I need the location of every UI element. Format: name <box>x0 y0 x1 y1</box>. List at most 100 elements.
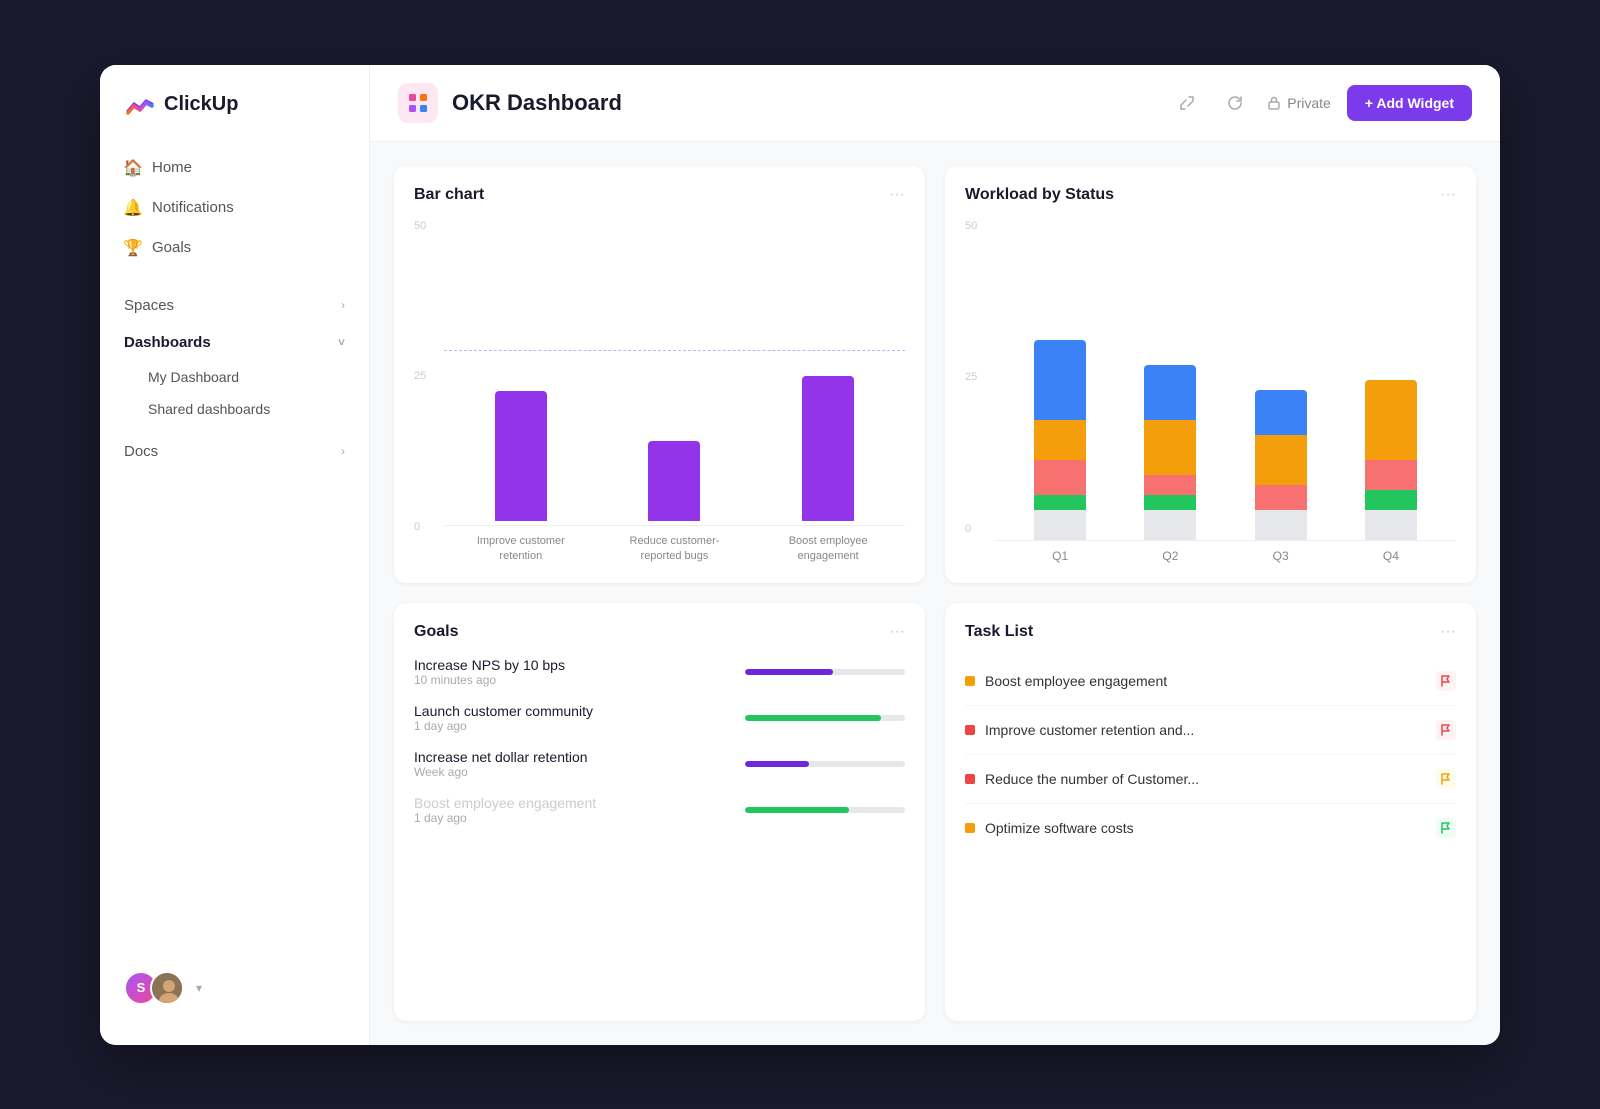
seg-q2-yellow <box>1144 420 1196 475</box>
workload-title: Workload by Status <box>965 186 1114 204</box>
goal-progress-1 <box>575 669 905 675</box>
goal-row-3: Increase net dollar retention Week ago <box>414 749 905 779</box>
sidebar-item-shared-dashboards[interactable]: Shared dashboards <box>112 393 357 425</box>
workload-widget: Workload by Status ··· 50 25 0 <box>945 166 1476 584</box>
task-name-2: Improve customer retention and... <box>985 722 1194 738</box>
task-list-menu-button[interactable]: ··· <box>1440 623 1456 641</box>
task-flag-2 <box>1436 720 1456 740</box>
goal-row-1: Increase NPS by 10 bps 10 minutes ago <box>414 657 905 687</box>
goals-menu-button[interactable]: ··· <box>889 623 905 641</box>
workload-menu-button[interactable]: ··· <box>1440 186 1456 204</box>
seg-q1-pink <box>1034 460 1086 495</box>
goal-name-2: Launch customer community <box>414 703 593 719</box>
workload-bar-q2 <box>1144 365 1196 540</box>
sidebar-item-home-label: Home <box>152 159 192 176</box>
sidebar-docs-label: Docs <box>124 443 158 460</box>
task-name-3: Reduce the number of Customer... <box>985 771 1199 787</box>
stacked-bar-q1 <box>1034 340 1086 540</box>
dashboard-icon-box <box>398 83 438 123</box>
private-badge: Private <box>1267 95 1331 111</box>
shared-dashboards-label: Shared dashboards <box>148 401 270 417</box>
bar-chart-menu-button[interactable]: ··· <box>889 186 905 204</box>
seg-q3-gray <box>1255 510 1307 540</box>
q2-label: Q2 <box>1140 549 1200 563</box>
chart-dashed-line <box>444 350 905 351</box>
progress-bg-3 <box>745 761 905 767</box>
bar-chart-widget: Bar chart ··· 50 25 0 <box>394 166 925 584</box>
task-item-1: Boost employee engagement <box>965 657 1456 706</box>
task-left-3: Reduce the number of Customer... <box>965 771 1199 787</box>
seg-q4-green <box>1365 490 1417 510</box>
seg-q1-yellow <box>1034 420 1086 460</box>
goal-item-4: Boost employee engagement 1 day ago <box>414 795 905 825</box>
sidebar-bottom: S ▾ <box>100 955 369 1021</box>
add-widget-button[interactable]: + Add Widget <box>1347 85 1472 121</box>
bar-chart-title: Bar chart <box>414 186 484 204</box>
goal-progress-4 <box>606 807 905 813</box>
bar-label-1: Improve customer retention <box>471 534 571 563</box>
page-header: OKR Dashboard <box>370 65 1500 142</box>
sidebar-spaces-label: Spaces <box>124 297 174 314</box>
grid-icon <box>407 92 429 114</box>
sidebar-item-home[interactable]: 🏠 Home <box>112 149 357 187</box>
task-dot-1 <box>965 676 975 686</box>
progress-fill-1 <box>745 669 833 675</box>
workload-y-labels: 50 25 0 <box>965 220 989 536</box>
sidebar-item-notifications-label: Notifications <box>152 199 234 216</box>
bar-chart-header: Bar chart ··· <box>414 186 905 204</box>
seg-q4-pink <box>1365 460 1417 490</box>
progress-fill-4 <box>745 807 849 813</box>
goal-progress-2 <box>603 715 905 721</box>
task-flag-1 <box>1436 671 1456 691</box>
sidebar-item-dashboards[interactable]: Dashboards ˅ <box>112 324 357 361</box>
task-list-widget: Task List ··· Boost employee engagement <box>945 603 1476 1021</box>
seg-q2-green <box>1144 495 1196 510</box>
bar-label-2: Reduce customer-reported bugs <box>624 534 724 563</box>
goal-name-1: Increase NPS by 10 bps <box>414 657 565 673</box>
progress-fill-2 <box>745 715 881 721</box>
progress-bg-1 <box>745 669 905 675</box>
bar-chart-area: 50 25 0 <box>414 220 905 564</box>
refresh-button[interactable] <box>1219 87 1251 119</box>
sidebar-item-my-dashboard[interactable]: My Dashboard <box>112 361 357 393</box>
stacked-bar-q4 <box>1365 380 1417 540</box>
goal-item-1: Increase NPS by 10 bps 10 minutes ago <box>414 657 905 687</box>
task-item-4: Optimize software costs <box>965 804 1456 852</box>
trophy-icon: 🏆 <box>124 239 142 257</box>
task-name-1: Boost employee engagement <box>985 673 1167 689</box>
sidebar-item-docs[interactable]: Docs › <box>112 433 357 470</box>
bar-boost-engagement <box>802 376 854 521</box>
avatar-initials: S <box>137 980 146 995</box>
goal-time-3: Week ago <box>414 765 588 779</box>
person-avatar-svg <box>152 973 184 1005</box>
bar-2 <box>648 441 700 521</box>
user-dropdown-arrow[interactable]: ▾ <box>196 981 202 995</box>
seg-q2-gray <box>1144 510 1196 540</box>
sidebar-item-spaces[interactable]: Spaces › <box>112 287 357 324</box>
goal-name-3: Increase net dollar retention <box>414 749 588 765</box>
expand-button[interactable] <box>1171 87 1203 119</box>
bar-label-3: Boost employee engagement <box>778 534 878 563</box>
goals-header: Goals ··· <box>414 623 905 641</box>
task-list-header: Task List ··· <box>965 623 1456 641</box>
expand-icon <box>1179 95 1195 111</box>
task-dot-2 <box>965 725 975 735</box>
logo-text: ClickUp <box>164 93 238 116</box>
seg-q4-gray <box>1365 510 1417 540</box>
task-list: Boost employee engagement Improve custom… <box>965 657 1456 852</box>
goal-item-2: Launch customer community 1 day ago <box>414 703 905 733</box>
workload-x-labels: Q1 Q2 Q3 Q4 <box>995 549 1456 563</box>
goal-progress-3 <box>598 761 905 767</box>
sidebar-item-notifications[interactable]: 🔔 Notifications <box>112 189 357 227</box>
flag-icon-1 <box>1441 675 1451 687</box>
stacked-bar-q3 <box>1255 390 1307 540</box>
q4-label: Q4 <box>1361 549 1421 563</box>
my-dashboard-label: My Dashboard <box>148 369 239 385</box>
sidebar-item-goals-label: Goals <box>152 239 191 256</box>
sidebar-item-goals[interactable]: 🏆 Goals <box>112 229 357 267</box>
chevron-right-docs-icon: › <box>341 444 345 458</box>
avatar-group: S <box>124 971 184 1005</box>
seg-q3-yellow <box>1255 435 1307 485</box>
goals-widget: Goals ··· Increase NPS by 10 bps 10 minu… <box>394 603 925 1021</box>
bar-reduce-bugs <box>648 441 700 521</box>
